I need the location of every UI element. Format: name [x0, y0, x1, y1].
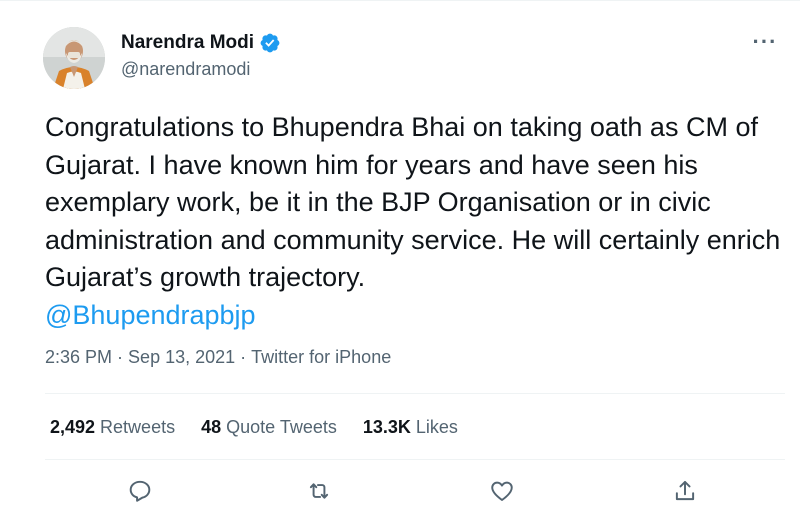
- more-options-button[interactable]: ···: [748, 28, 782, 56]
- tweet-source[interactable]: Twitter for iPhone: [251, 347, 391, 368]
- tweet-body: Congratulations to Bhupendra Bhai on tak…: [45, 112, 781, 292]
- avatar-image: [43, 27, 105, 89]
- avatar[interactable]: [43, 27, 105, 89]
- author-handle[interactable]: @narendramodi: [121, 59, 250, 80]
- likes-stat[interactable]: 13.3K Likes: [363, 417, 458, 438]
- heart-icon: [491, 481, 513, 501]
- share-button[interactable]: [665, 471, 705, 511]
- like-button[interactable]: [482, 471, 522, 511]
- retweets-stat[interactable]: 2,492 Retweets: [50, 417, 175, 438]
- divider: [45, 393, 785, 394]
- tweet-stats: 2,492 Retweets 48 Quote Tweets 13.3K Lik…: [50, 417, 484, 438]
- reply-button[interactable]: [120, 471, 160, 511]
- tweet-time[interactable]: 2:36 PM: [45, 347, 112, 368]
- meta-separator: ·: [240, 347, 247, 367]
- retweet-icon: [309, 483, 329, 499]
- tweet-date[interactable]: Sep 13, 2021: [128, 347, 235, 368]
- more-icon: ···: [752, 29, 778, 54]
- divider: [45, 459, 785, 460]
- author-name-row: Narendra Modi: [121, 32, 281, 54]
- mention-link[interactable]: @Bhupendrapbjp: [45, 300, 256, 330]
- quote-tweets-label: Quote Tweets: [226, 417, 337, 437]
- meta-separator: ·: [117, 347, 124, 367]
- share-icon: [675, 480, 695, 501]
- tweet-text: Congratulations to Bhupendra Bhai on tak…: [45, 109, 785, 334]
- likes-count: 13.3K: [362, 417, 411, 437]
- quote-tweets-count: 48: [201, 417, 222, 437]
- retweets-count: 2,492: [50, 417, 96, 437]
- likes-label: Likes: [415, 417, 458, 437]
- verified-badge-icon: [259, 32, 281, 54]
- tweet-actions: [45, 471, 785, 511]
- reply-icon: [129, 480, 151, 502]
- tweet-meta: 2:36 PM · Sep 13, 2021 · Twitter for iPh…: [45, 347, 391, 368]
- tweet-card: Narendra Modi @narendramodi ··· Congratu…: [0, 0, 800, 520]
- quote-tweets-stat[interactable]: 48 Quote Tweets: [201, 417, 337, 438]
- retweets-label: Retweets: [100, 417, 176, 437]
- author-name[interactable]: Narendra Modi: [121, 32, 254, 54]
- retweet-button[interactable]: [299, 471, 339, 511]
